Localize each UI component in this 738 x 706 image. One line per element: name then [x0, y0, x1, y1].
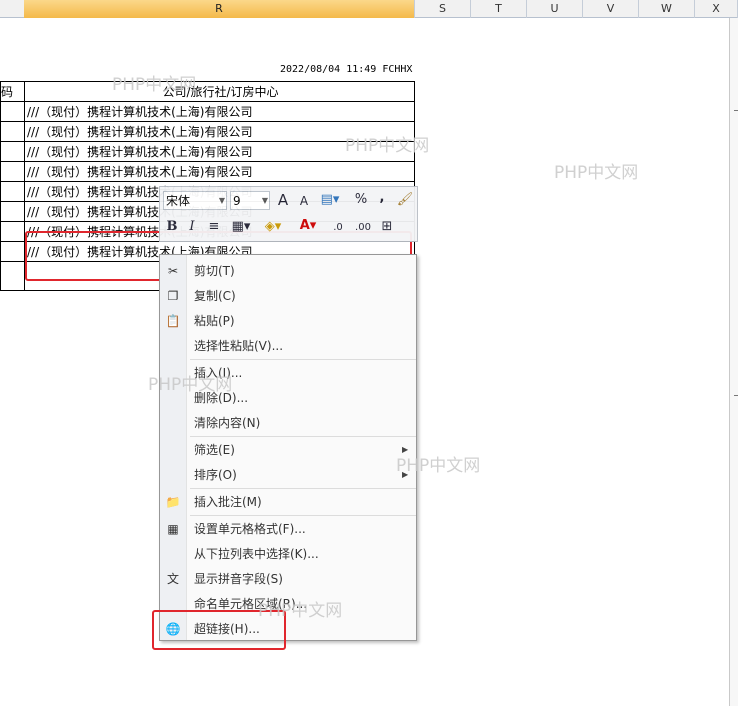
chevron-down-icon: ▼ [261, 196, 268, 205]
table-cell[interactable]: ///（现付）携程计算机技术(上海)有限公司 [24, 121, 415, 142]
column-header-t[interactable]: T [471, 0, 527, 18]
vertical-scrollbar[interactable] [729, 18, 738, 706]
format-cells-icon: ▦ [167, 522, 179, 536]
table-row: ///（现付）携程计算机技术(上海)有限公司 [0, 101, 415, 122]
comment-icon: 📁 [165, 495, 181, 509]
table-cell[interactable] [0, 161, 25, 182]
submenu-arrow-icon: ▶ [402, 445, 409, 454]
menu-separator [190, 515, 416, 516]
comma-style-button[interactable]: , [376, 189, 388, 207]
center-align-icon[interactable]: ≡ [206, 218, 222, 236]
menu-item-label: 显示拼音字段(S) [194, 572, 283, 586]
table-cell[interactable]: ///（现付）携程计算机技术(上海)有限公司 [24, 161, 415, 182]
menu-item-copy[interactable]: ❐ 复制(C) [160, 284, 416, 308]
menu-item-pick-from-list[interactable]: 从下拉列表中选择(K)... [160, 542, 416, 566]
column-header-s[interactable]: S [415, 0, 471, 18]
fill-color-icon[interactable]: ◈▾ [260, 218, 286, 236]
menu-item-label: 粘贴(P) [194, 314, 235, 328]
menu-item-label: 选择性粘贴(V)... [194, 339, 284, 353]
column-header-u[interactable]: U [527, 0, 583, 18]
scroll-marker [734, 395, 738, 396]
menu-item-insert-comment[interactable]: 📁 插入批注(M) [160, 490, 416, 514]
table-row: ///（现付）携程计算机技术(上海)有限公司 [0, 141, 415, 162]
menu-item-label: 插入(I)... [194, 366, 243, 380]
menu-item-label: 从下拉列表中选择(K)... [194, 547, 319, 561]
grow-font-button[interactable]: A [275, 191, 291, 209]
menu-item-label: 排序(O) [194, 468, 237, 482]
column-header-bar: R S T U V W X [0, 0, 738, 18]
italic-button[interactable]: I [184, 218, 200, 236]
chevron-down-icon: ▼ [218, 196, 225, 205]
increase-decimal-button[interactable]: .0 [328, 219, 348, 237]
column-header-w[interactable]: W [639, 0, 695, 18]
scroll-marker [734, 110, 738, 111]
table-cell[interactable] [0, 121, 25, 142]
menu-item-phonetic[interactable]: 文 显示拼音字段(S) [160, 567, 416, 591]
scissors-icon: ✂ [167, 264, 179, 278]
format-painter-icon[interactable]: 🖌 [396, 191, 414, 209]
context-menu: ✂ 剪切(T) ❐ 复制(C) 📋 粘贴(P) 选择性粘贴(V)... 插入(I… [159, 254, 417, 641]
table-row: ///（现付）携程计算机技术(上海)有限公司 [0, 161, 415, 182]
borders-icon[interactable]: ▦▾ [230, 218, 252, 236]
copy-icon: ❐ [167, 289, 179, 303]
bold-button[interactable]: B [164, 218, 180, 236]
percent-button[interactable]: % [353, 191, 369, 209]
menu-item-label: 删除(D)... [194, 391, 249, 405]
table-cell[interactable]: ///（现付）携程计算机技术(上海)有限公司 [24, 141, 415, 162]
table-cell[interactable] [0, 261, 25, 291]
header-cell-code[interactable]: 码 [0, 81, 25, 102]
menu-item-sort[interactable]: 排序(O) ▶ [160, 463, 416, 487]
menu-item-insert[interactable]: 插入(I)... [160, 361, 416, 385]
menu-item-cut[interactable]: ✂ 剪切(T) [160, 259, 416, 283]
table-cell[interactable] [0, 181, 25, 202]
menu-item-clear-contents[interactable]: 清除内容(N) [160, 411, 416, 435]
table-cell[interactable] [0, 221, 25, 242]
submenu-arrow-icon: ▶ [402, 470, 409, 479]
menu-item-label: 设置单元格格式(F)... [194, 522, 306, 536]
report-timestamp: 2022/08/04 11:49 FCHHX [280, 64, 413, 75]
table-cell[interactable] [0, 201, 25, 222]
mini-toolbar: 宋体 ▼ 9 ▼ A A ▤▾ % , 🖌 B I ≡ ▦▾ ◈▾ A▾ .0 .0… [159, 186, 418, 242]
accounting-format-icon[interactable]: ▤▾ [318, 191, 342, 209]
menu-item-label: 筛选(E) [194, 443, 235, 457]
decrease-decimal-button[interactable]: .00 [352, 219, 374, 237]
column-header-x[interactable]: X [695, 0, 738, 18]
watermark: PHP中文网 [554, 163, 639, 183]
menu-separator [190, 436, 416, 437]
table-cell[interactable] [0, 101, 25, 122]
column-header-r[interactable]: R [24, 0, 415, 18]
table-cell[interactable] [0, 141, 25, 162]
menu-item-paste-special[interactable]: 选择性粘贴(V)... [160, 334, 416, 358]
menu-item-filter[interactable]: 筛选(E) ▶ [160, 438, 416, 462]
table-cell[interactable] [0, 241, 25, 262]
table-row: ///（现付）携程计算机技术(上海)有限公司 [0, 121, 415, 142]
table-cell[interactable]: ///（现付）携程计算机技术(上海)有限公司 [24, 101, 415, 122]
paste-icon: 📋 [165, 314, 181, 328]
font-size-select[interactable]: 9 ▼ [230, 191, 270, 210]
menu-separator [190, 488, 416, 489]
shrink-font-button[interactable]: A [296, 192, 312, 210]
merge-cells-icon[interactable]: ⊞ [378, 218, 396, 236]
menu-item-label: 插入批注(M) [194, 495, 262, 509]
hyperlink-highlight-box [152, 610, 286, 650]
menu-separator [190, 359, 416, 360]
menu-item-label: 清除内容(N) [194, 416, 261, 430]
menu-item-format-cells[interactable]: ▦ 设置单元格格式(F)... [160, 517, 416, 541]
font-color-icon[interactable]: A▾ [296, 217, 320, 235]
phonetic-icon: 文 [166, 572, 179, 586]
menu-item-label: 复制(C) [194, 289, 236, 303]
menu-item-paste[interactable]: 📋 粘贴(P) [160, 309, 416, 333]
menu-item-delete[interactable]: 删除(D)... [160, 386, 416, 410]
table-header-row: 码 公司/旅行社/订房中心 [0, 81, 415, 102]
font-name-select[interactable]: 宋体 ▼ [163, 191, 227, 210]
column-header-v[interactable]: V [583, 0, 639, 18]
menu-item-label: 剪切(T) [194, 264, 235, 278]
header-cell-company[interactable]: 公司/旅行社/订房中心 [24, 81, 415, 102]
